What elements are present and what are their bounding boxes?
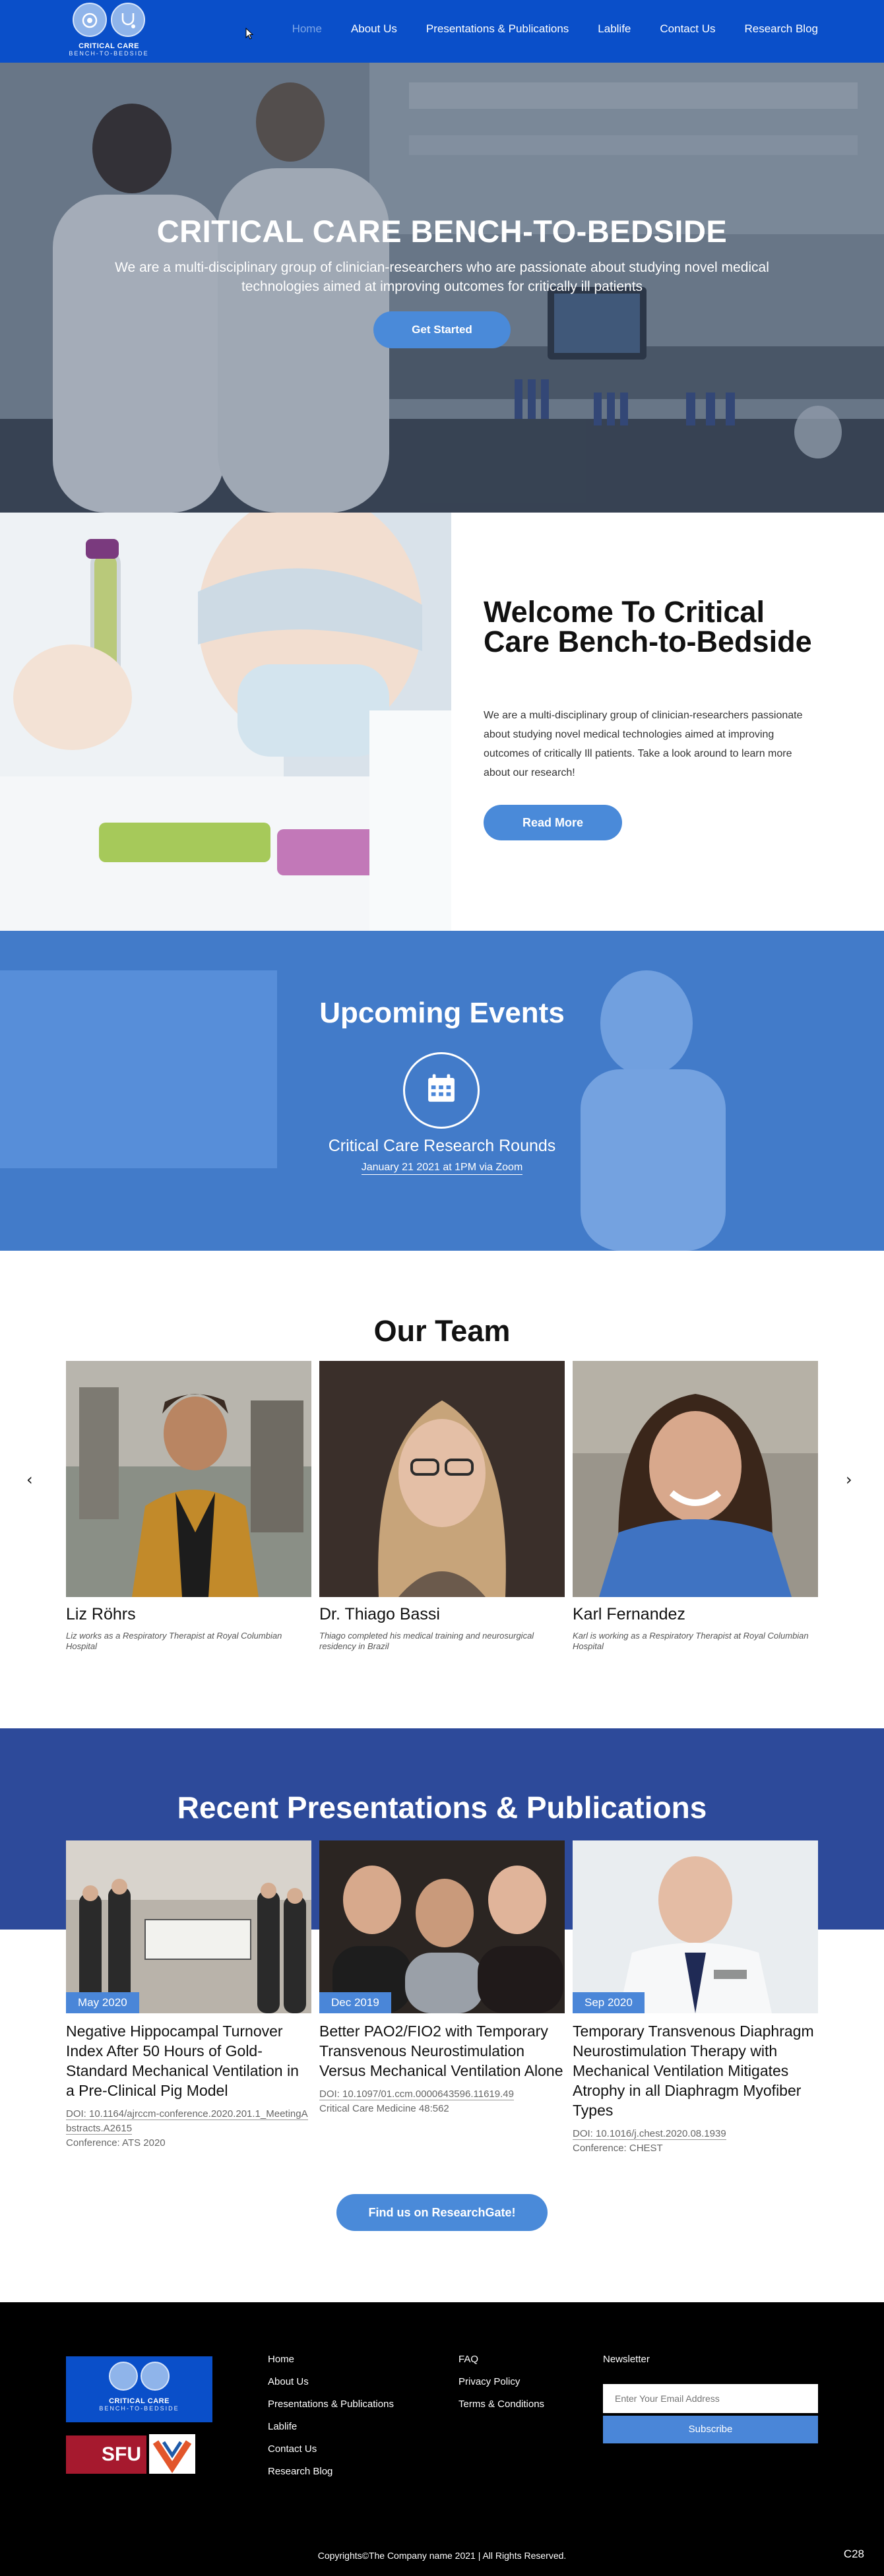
nav-blog[interactable]: Research Blog [744, 22, 818, 36]
copyright-text: Copyrights©The Company name 2021 | All R… [317, 2550, 567, 2561]
event-date-link[interactable]: January 21 2021 at 1PM via Zoom [361, 1162, 523, 1175]
hero-title: CRITICAL CARE BENCH-TO-BEDSIDE [156, 214, 728, 249]
doi-link[interactable]: DOI: 10.1016/j.chest.2020.08.1939 [573, 2128, 726, 2140]
event-name: Critical Care Research Rounds [328, 1137, 556, 1155]
site-footer: CRITICAL CARE BENCH-TO-BEDSIDE SFU Home … [0, 2302, 884, 2576]
nav-contact[interactable]: Contact Us [660, 22, 715, 36]
welcome-image [0, 513, 451, 931]
publications-title: Recent Presentations & Publications [177, 1790, 707, 1825]
main-nav: Home About Us Presentations & Publicatio… [292, 22, 818, 36]
carousel-prev-icon[interactable]: ‹ [26, 1470, 33, 1489]
newsletter-email-input[interactable] [603, 2384, 818, 2413]
footer-link-about[interactable]: About Us [268, 2376, 394, 2387]
publication-doi[interactable]: DOI: 10.1016/j.chest.2020.08.1939 [573, 2127, 818, 2141]
member-bio: Liz works as a Respiratory Therapist at … [66, 1631, 282, 1651]
footer-logo-mark [106, 2362, 172, 2395]
member-name: Dr. Thiago Bassi [319, 1605, 440, 1623]
footer-link-terms[interactable]: Terms & Conditions [458, 2399, 544, 2410]
event-date[interactable]: January 21 2021 at 1PM via Zoom [0, 1162, 884, 1175]
footer-link-home[interactable]: Home [268, 2354, 394, 2365]
team-member-card[interactable]: Karl Fernandez Karl is working as a Resp… [573, 1361, 818, 1652]
nav-home[interactable]: Home [292, 22, 322, 36]
doi-link[interactable]: DOI: 10.1164/ajrccm-conference.2020.201.… [66, 2108, 308, 2135]
team-member-card[interactable]: Dr. Thiago Bassi Thiago completed his me… [319, 1361, 565, 1652]
stethoscope-icon [121, 13, 135, 28]
mouse-cursor-icon [245, 28, 254, 40]
footer-logo[interactable]: CRITICAL CARE BENCH-TO-BEDSIDE [66, 2356, 212, 2422]
logo-circle-right [111, 3, 145, 37]
read-more-button[interactable]: Read More [484, 805, 622, 840]
publication-card[interactable]: Dec 2019 Better PAO2/FIO2 with Temporary… [319, 1840, 565, 2116]
publication-photo: Dec 2019 [319, 1840, 565, 2013]
date-badge: Sep 2020 [573, 1992, 645, 2013]
calendar-icon-circle [403, 1052, 480, 1129]
publication-card[interactable]: Sep 2020 Temporary Transvenous Diaphragm… [573, 1840, 818, 2156]
footer-link-blog[interactable]: Research Blog [268, 2466, 394, 2477]
logo-subtitle: BENCH-TO-BEDSIDE [69, 50, 149, 57]
carousel-next-icon[interactable]: › [846, 1470, 852, 1489]
sfu-logo[interactable]: SFU [66, 2435, 146, 2474]
footer-logo-title: CRITICAL CARE [109, 2397, 170, 2405]
publication-doi[interactable]: DOI: 10.1164/ajrccm-conference.2020.201.… [66, 2107, 311, 2136]
member-photo [66, 1361, 311, 1597]
member-name: Karl Fernandez [573, 1605, 685, 1623]
team-title: Our Team [373, 1314, 511, 1348]
footer-links-legal: FAQ Privacy Policy Terms & Conditions [458, 2354, 544, 2421]
footer-link-faq[interactable]: FAQ [458, 2354, 544, 2365]
events-section: Upcoming Events Critical Care Research R… [0, 931, 884, 1251]
publication-title[interactable]: Temporary Transvenous Diaphragm Neurosti… [573, 2021, 818, 2120]
logo-circle-right [141, 2362, 170, 2391]
logo-circle-left [73, 3, 107, 37]
nav-lablife[interactable]: Lablife [598, 22, 631, 36]
site-header: CRITICAL CARE BENCH-TO-BEDSIDE Home Abou… [0, 0, 884, 63]
get-started-button[interactable]: Get Started [373, 311, 511, 348]
events-title: Upcoming Events [319, 997, 565, 1029]
subscribe-button[interactable]: Subscribe [603, 2416, 818, 2443]
member-bio: Karl is working as a Respiratory Therapi… [573, 1631, 809, 1651]
hero-description: We are a multi-disciplinary group of cli… [115, 260, 769, 294]
hero-section: CRITICAL CARE BENCH-TO-BEDSIDE We are a … [0, 63, 884, 513]
nav-publications[interactable]: Presentations & Publications [426, 22, 569, 36]
welcome-text: We are a multi-disciplinary group of cli… [484, 710, 803, 778]
member-photo [573, 1361, 818, 1597]
date-badge: Dec 2019 [319, 1992, 391, 2013]
publication-title[interactable]: Negative Hippocampal Turnover Index Afte… [66, 2021, 311, 2100]
scientist-test-tube-image [0, 513, 451, 931]
member-photo [319, 1361, 565, 1597]
date-badge: May 2020 [66, 1992, 139, 2013]
footer-logo-subtitle: BENCH-TO-BEDSIDE [99, 2405, 179, 2412]
publication-venue: Conference: CHEST [573, 2143, 663, 2154]
footer-link-privacy[interactable]: Privacy Policy [458, 2376, 544, 2387]
calendar-icon [428, 1074, 455, 1102]
logo-circle-left [109, 2362, 138, 2391]
newsletter-label: Newsletter [603, 2354, 650, 2365]
member-name: Liz Röhrs [66, 1605, 136, 1623]
cell-icon [82, 13, 98, 28]
footer-link-lablife[interactable]: Lablife [268, 2421, 394, 2432]
footer-link-contact[interactable]: Contact Us [268, 2443, 394, 2455]
publication-doi[interactable]: DOI: 10.1097/01.ccm.0000643596.11619.49 [319, 2087, 565, 2102]
footer-links-main: Home About Us Presentations & Publicatio… [268, 2354, 394, 2488]
nav-about[interactable]: About Us [351, 22, 397, 36]
logo-title: CRITICAL CARE [79, 42, 139, 50]
logo-mark [70, 3, 148, 40]
doi-link[interactable]: DOI: 10.1097/01.ccm.0000643596.11619.49 [319, 2089, 514, 2100]
corner-badge: C28 [843, 2548, 864, 2560]
site-logo[interactable]: CRITICAL CARE BENCH-TO-BEDSIDE [66, 3, 152, 59]
publication-card[interactable]: May 2020 Negative Hippocampal Turnover I… [66, 1840, 311, 2151]
newsletter-form [603, 2384, 818, 2413]
publication-photo: Sep 2020 [573, 1840, 818, 2013]
team-member-card[interactable]: Liz Röhrs Liz works as a Respiratory The… [66, 1361, 311, 1652]
publication-title[interactable]: Better PAO2/FIO2 with Temporary Transven… [319, 2021, 565, 2081]
researchgate-button[interactable]: Find us on ResearchGate! [336, 2194, 548, 2231]
welcome-title: Welcome To Critical Care Bench-to-Bedsid… [484, 595, 812, 658]
publication-venue: Critical Care Medicine 48:562 [319, 2103, 449, 2114]
fraser-health-logo[interactable] [149, 2434, 195, 2474]
member-bio: Thiago completed his medical training an… [319, 1631, 534, 1651]
footer-link-publications[interactable]: Presentations & Publications [268, 2399, 394, 2410]
publication-photo: May 2020 [66, 1840, 311, 2013]
publication-venue: Conference: ATS 2020 [66, 2137, 166, 2149]
